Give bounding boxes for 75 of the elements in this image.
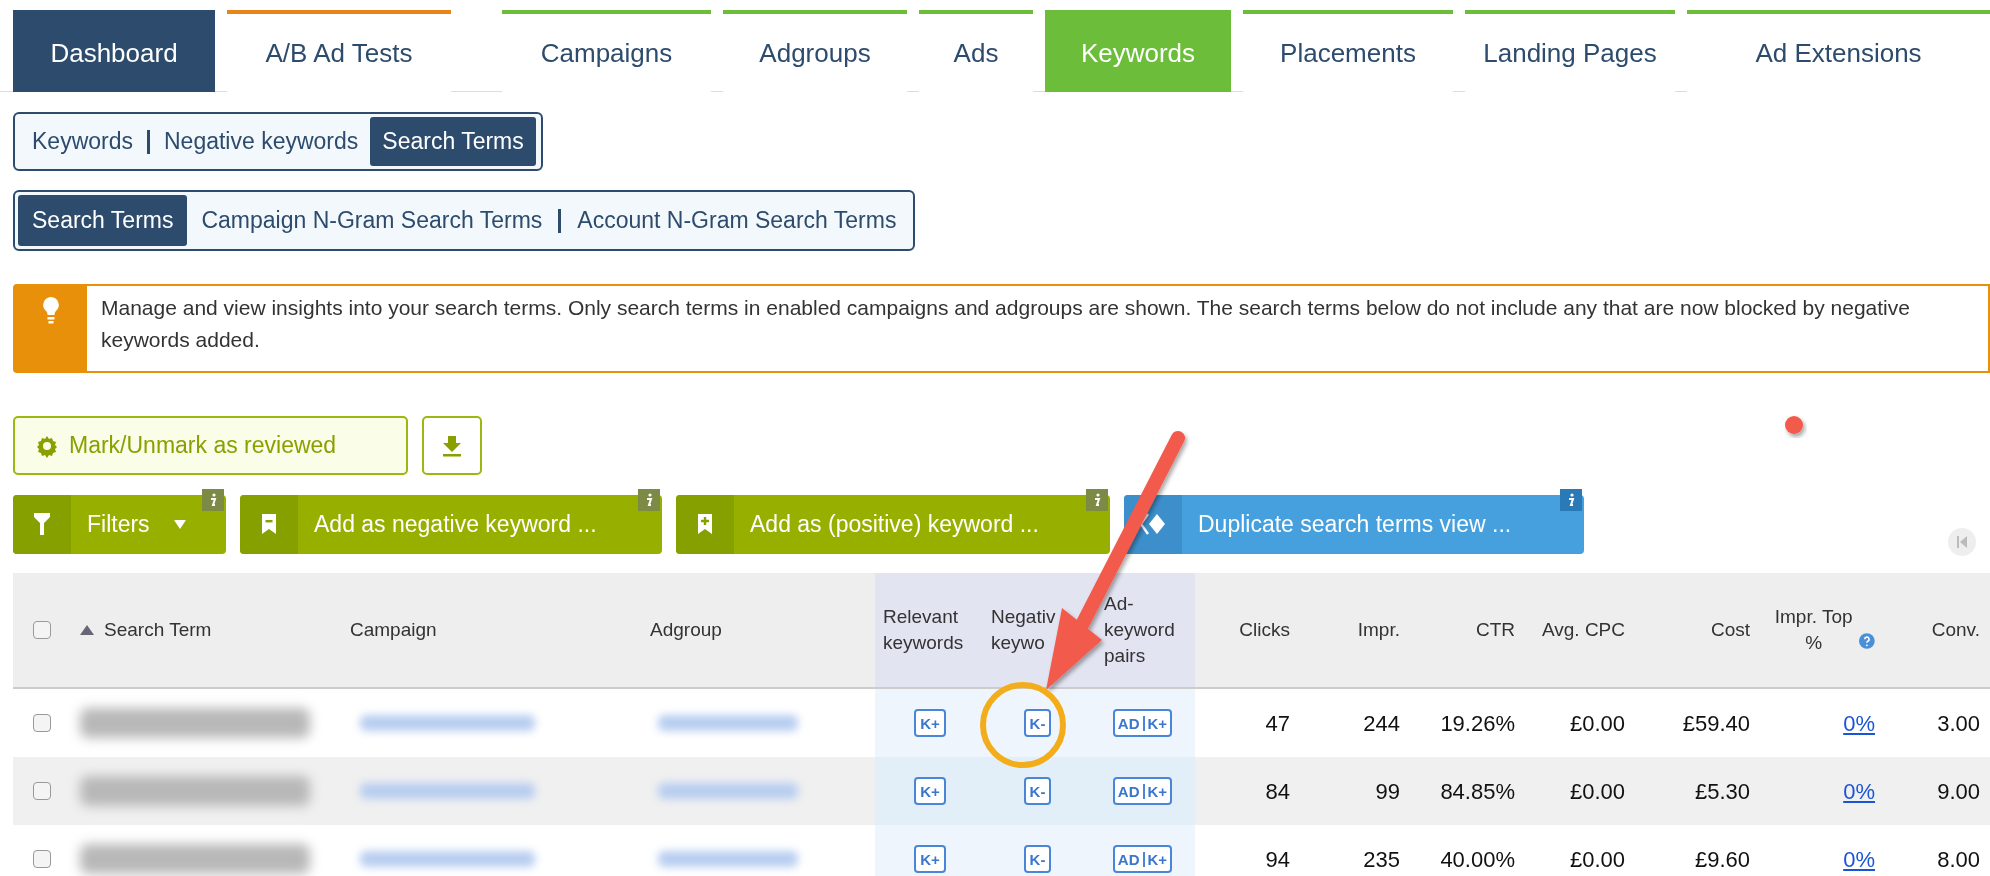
nav-tab[interactable]: Ad Extensions [1687,10,1990,92]
add-keyword-button[interactable]: K+ [914,845,946,873]
table-cell-text: 99 [1375,777,1400,806]
column-header[interactable]: Impr. Top % [1770,604,1858,656]
table-cell-text: 19.26% [1440,709,1515,738]
impr-top-link[interactable]: 0% [1843,706,1875,740]
table-cell-text: 84.85% [1440,777,1515,806]
table-cell-text: 8.00 [1937,845,1980,874]
bookmark-plus-icon [697,513,713,535]
nav-tab[interactable]: Dashboard [13,10,215,92]
annotation-dot [1785,416,1803,434]
nav-tab[interactable]: Ads [919,10,1033,92]
bookmark-minus-icon [261,513,277,535]
column-header[interactable]: Search Term [104,617,212,643]
ad-keyword-pair-button[interactable]: AD K+ [1112,777,1173,805]
first-page-icon[interactable] [1948,528,1976,556]
info-icon[interactable] [202,488,224,511]
table-cell-text: 94 [1265,845,1290,874]
nav-tab[interactable]: Campaigns [502,10,711,92]
table-cell-text: £9.60 [1694,845,1750,874]
ad-keyword-pair-button[interactable]: AD K+ [1112,709,1173,737]
nav-tab[interactable]: Landing Pages [1465,10,1675,92]
column-header[interactable]: Clicks [1239,617,1290,643]
info-message: Manage and view insights into your search terms. Only search terms in enabled campaigns and adgroups are shown. The search terms below do not include any that are now blocked by negative keywords added. [100,295,1911,353]
subtab[interactable]: Negative keywords [152,117,371,166]
sort-ascending-icon[interactable] [80,625,94,635]
table-cell-text: 47 [1265,709,1290,738]
view-tab[interactable]: Search Terms [18,195,188,246]
subtab[interactable]: Search Terms [370,117,536,166]
add-keyword-button[interactable]: K+ [914,709,946,737]
table-cell-text: £59.40 [1682,709,1750,738]
table-cell-text: 244 [1363,709,1400,738]
impr-top-link[interactable]: 0% [1843,774,1875,808]
impr-top-link[interactable]: 0% [1843,842,1875,876]
table-cell-text: £0.00 [1569,709,1625,738]
add-keyword-button[interactable]: K+ [914,777,946,805]
info-icon[interactable] [1560,488,1582,511]
checkbox[interactable] [32,782,51,800]
info-icon[interactable] [638,488,660,511]
help-icon[interactable] [1859,632,1875,650]
table-cell-text: 235 [1363,845,1400,874]
ad-keyword-pair-button[interactable]: AD K+ [1112,845,1173,873]
dropdown-caret-icon [173,519,186,529]
nav-tab[interactable]: Placements [1243,10,1453,92]
table-cell-text: £5.30 [1694,777,1750,806]
lightbulb-icon [41,296,61,324]
nav-tab[interactable]: Adgroups [723,10,907,92]
column-header[interactable]: Avg. CPC [1541,617,1625,643]
table-cell-text: £0.00 [1569,777,1625,806]
column-header[interactable]: Impr. [1357,617,1400,643]
checkbox[interactable] [32,714,51,732]
add-negative-button[interactable]: K- [1023,709,1052,737]
table-cell-text: £0.00 [1569,845,1625,874]
column-header[interactable]: Adgroup [650,617,722,643]
add-negative-button[interactable]: K- [1023,777,1052,805]
table-cell-text: 40.00% [1440,845,1515,874]
table-cell-text: 3.00 [1937,709,1980,738]
column-header[interactable]: Cost [1710,617,1750,643]
view-tab[interactable]: Campaign N-Gram Search Terms [187,195,557,246]
column-header[interactable]: Conv. [1931,617,1980,643]
checkbox[interactable] [32,621,51,639]
download-icon [441,434,463,457]
subtab[interactable]: Keywords [20,117,145,166]
checkbox[interactable] [32,850,51,868]
info-icon[interactable] [1086,488,1108,511]
filter-icon [33,512,51,536]
add-negative-button[interactable]: K- [1023,845,1052,873]
download-button[interactable] [422,416,482,475]
column-header[interactable]: Campaign [350,617,437,643]
column-header[interactable]: CTR [1475,617,1515,643]
table-cell-text: 9.00 [1937,777,1980,806]
nav-tab[interactable]: A/B Ad Tests [227,10,451,92]
table-cell-text: 84 [1265,777,1290,806]
view-tab[interactable]: Account N-Gram Search Terms [563,195,911,246]
duplicate-icon [1140,512,1166,536]
